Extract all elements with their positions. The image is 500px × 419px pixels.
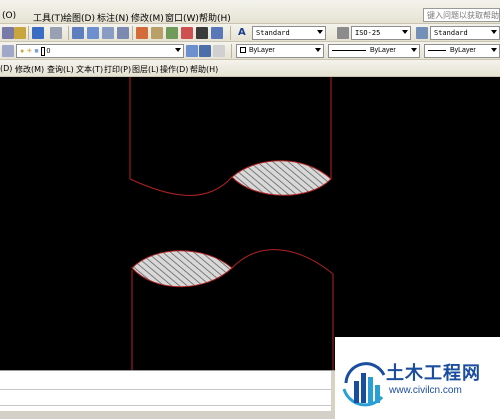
menu2-modify[interactable]: 修改(M)	[15, 64, 44, 75]
logo-icon	[342, 362, 386, 407]
linetype-select[interactable]: ByLayer	[328, 44, 420, 58]
menu-modify[interactable]: 修改(M)	[131, 11, 164, 24]
site-watermark: 土木工程网 www.civilcn.com	[335, 337, 500, 419]
chevron-down-icon	[315, 48, 321, 52]
sun-icon: ☀	[26, 48, 33, 55]
layer-value: 0	[46, 48, 51, 55]
watermark-title: 土木工程网	[386, 363, 481, 384]
chevron-down-icon	[491, 48, 497, 52]
tool-palettes-icon[interactable]	[166, 27, 178, 39]
help-search-input[interactable]: 键入问题以获取帮助	[423, 8, 500, 22]
table-style-value: Standard	[434, 29, 468, 37]
color-swatch-icon	[40, 47, 45, 56]
layer-state-icon[interactable]	[213, 45, 225, 57]
menu-dimension[interactable]: 标注(N)	[97, 11, 129, 24]
dim-style-icon[interactable]	[337, 27, 349, 39]
table-style-icon[interactable]	[416, 27, 428, 39]
status-bar	[0, 411, 335, 419]
text-style-select[interactable]: Standard	[252, 26, 326, 40]
secondary-menu-bar: (D) 修改(M) 查询(L) 文本(T) 打印(P) 图层(L) 操作(D) …	[0, 60, 500, 77]
chevron-down-icon	[402, 30, 408, 34]
pan-icon[interactable]	[72, 27, 84, 39]
calculator-icon[interactable]	[196, 27, 208, 39]
lightbulb-icon: ●	[20, 48, 25, 55]
watermark-url: www.civilcn.com	[389, 385, 462, 396]
menu2-layer[interactable]: 图层(L)	[132, 64, 159, 75]
linetype-value: ByLayer	[370, 47, 396, 54]
text-style-value: Standard	[256, 29, 290, 37]
chevron-down-icon	[491, 30, 497, 34]
menu-tools[interactable]: 工具(T)	[33, 11, 64, 24]
sheet-set-icon[interactable]	[181, 27, 193, 39]
menu2-help[interactable]: 帮助(H)	[190, 64, 218, 75]
standard-toolbar: A Standard ISO-25 Standard	[0, 24, 500, 42]
lineweight-preview	[428, 49, 446, 51]
linetype-preview	[332, 49, 366, 51]
lower-hatch-lens	[131, 250, 233, 288]
menu-help[interactable]: 帮助(H)	[199, 11, 231, 24]
lower-break-curve	[231, 249, 334, 275]
toolbar-separator	[231, 44, 232, 58]
lock-icon: ■	[34, 48, 39, 55]
layer-manager-icon[interactable]	[2, 45, 14, 57]
pencil-icon[interactable]	[2, 27, 14, 39]
upper-pipe	[129, 77, 332, 196]
layer-select[interactable]: ● ☀ ■ 0	[16, 44, 184, 58]
text-style-icon[interactable]: A	[238, 27, 250, 39]
menu2-operate[interactable]: 操作(D)	[160, 64, 188, 75]
undo-icon[interactable]	[32, 27, 44, 39]
color-select[interactable]: ByLayer	[236, 44, 324, 58]
layer-previous-icon[interactable]	[199, 45, 211, 57]
upper-break-curve	[129, 176, 233, 196]
make-current-icon[interactable]	[186, 45, 198, 57]
menu-window[interactable]: 窗口(W)	[165, 11, 199, 24]
toolbar-separator	[230, 26, 231, 40]
menu-draw[interactable]: 绘图(D)	[63, 11, 95, 24]
menu-format[interactable]: (O)	[2, 11, 16, 21]
color-value: ByLayer	[249, 47, 275, 54]
drawing-canvas[interactable]	[0, 77, 500, 370]
lower-pipe	[131, 249, 334, 370]
menu2-text[interactable]: 文本(T)	[76, 64, 103, 75]
toolbar-separator	[132, 26, 133, 40]
menu-bar: (O) 工具(T) 绘图(D) 标注(N) 修改(M) 窗口(W) 帮助(H) …	[0, 0, 500, 24]
menu2-query[interactable]: 查询(L)	[47, 64, 74, 75]
chevron-down-icon	[411, 48, 417, 52]
chevron-down-icon	[175, 48, 181, 52]
color-swatch-icon	[240, 47, 246, 53]
properties-icon[interactable]	[136, 27, 148, 39]
toolbar-separator	[28, 26, 29, 40]
dim-style-value: ISO-25	[355, 29, 381, 37]
table-style-select[interactable]: Standard	[430, 26, 500, 40]
brush-icon[interactable]	[14, 27, 26, 39]
lineweight-value: ByLayer	[450, 47, 476, 54]
upper-hatch-lens	[231, 160, 332, 196]
zoom-window-icon[interactable]	[102, 27, 114, 39]
command-divider	[0, 389, 335, 390]
zoom-realtime-icon[interactable]	[87, 27, 99, 39]
drawing-svg	[129, 77, 334, 370]
design-center-icon[interactable]	[151, 27, 163, 39]
chevron-down-icon	[317, 30, 323, 34]
layers-toolbar: ● ☀ ■ 0 ByLayer ByLayer ByLayer	[0, 42, 500, 60]
lineweight-select[interactable]: ByLayer	[424, 44, 500, 58]
menu2-draw[interactable]: (D)	[0, 64, 12, 73]
toolbar-separator	[68, 26, 69, 40]
command-divider	[0, 405, 335, 406]
zoom-previous-icon[interactable]	[117, 27, 129, 39]
redo-icon[interactable]	[50, 27, 62, 39]
help-icon[interactable]	[211, 27, 223, 39]
dim-style-select[interactable]: ISO-25	[351, 26, 411, 40]
menu2-plot[interactable]: 打印(P)	[104, 64, 131, 75]
